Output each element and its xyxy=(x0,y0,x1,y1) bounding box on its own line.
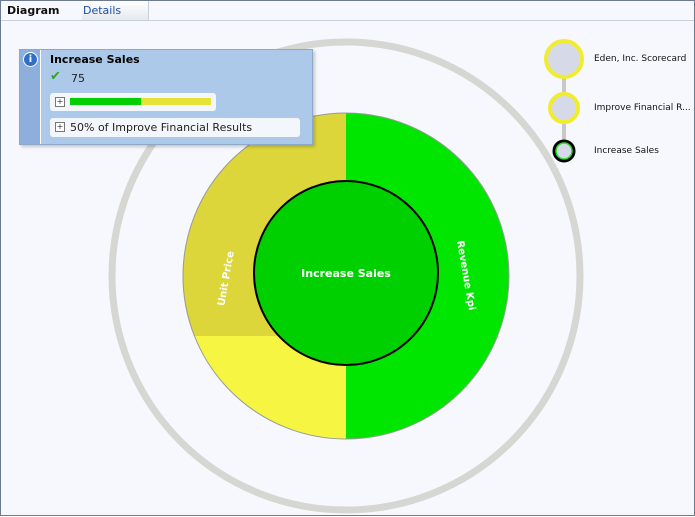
center-label: Increase Sales xyxy=(301,267,391,280)
breadcrumb-node[interactable] xyxy=(552,139,576,163)
breadcrumb-label[interactable]: Increase Sales xyxy=(594,146,659,156)
check-icon: ✔ xyxy=(50,69,61,84)
contribution-text: 50% of Improve Financial Results xyxy=(70,121,253,134)
diagram-view: Details Diagram Increase Sales Unit Pric… xyxy=(0,0,695,516)
info-icon: i xyxy=(23,52,38,67)
breadcrumb-label[interactable]: Improve Financial R... xyxy=(594,103,691,113)
breadcrumb-label[interactable]: Eden, Inc. Scorecard xyxy=(594,54,686,64)
expand-icon[interactable]: + xyxy=(55,122,65,132)
popup-title: Increase Sales xyxy=(50,53,140,66)
progress-row: + xyxy=(50,93,216,111)
progress-bar xyxy=(70,98,211,105)
popup-value: 75 xyxy=(71,72,85,85)
breadcrumb-node[interactable] xyxy=(548,92,580,124)
breadcrumb-node[interactable] xyxy=(544,39,584,79)
expand-icon[interactable]: + xyxy=(55,97,65,107)
contribution-row: + 50% of Improve Financial Results xyxy=(50,118,300,137)
info-popup: i Increase Sales ✔ 75 + + 50% of Improve… xyxy=(19,49,313,145)
